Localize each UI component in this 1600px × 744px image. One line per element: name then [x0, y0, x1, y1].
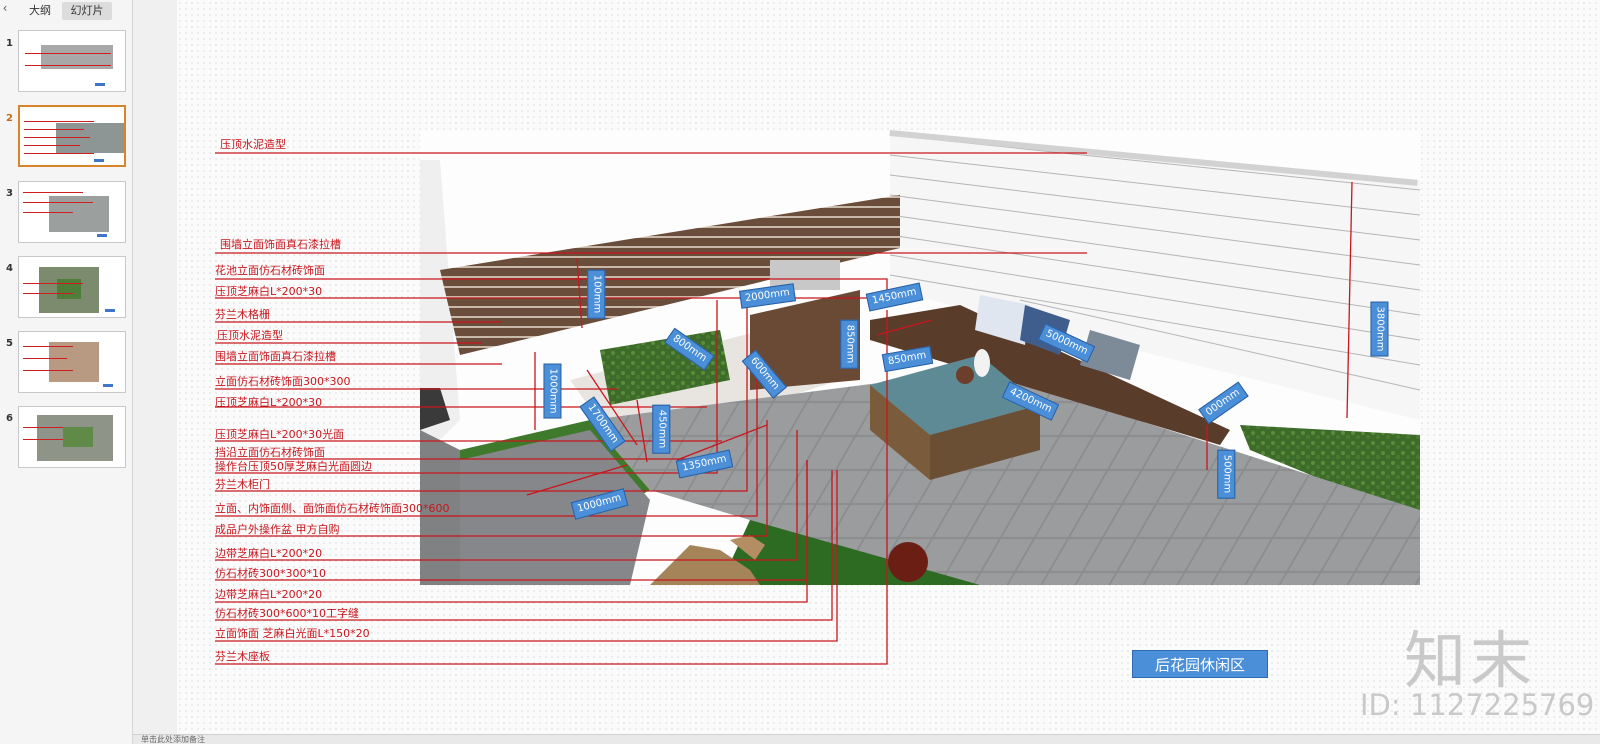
dimension-label: 1000mm: [543, 363, 562, 419]
slide-number: 3: [6, 188, 13, 199]
callout-label: 压顶芝麻白L*200*30: [215, 396, 323, 409]
callout-label: 花池立面仿石材砖饰面: [215, 264, 325, 277]
slide-canvas: 压顶水泥造型 围墙立面饰面真石漆拉槽 花池立面仿石材砖饰面 压顶芝麻白L*200…: [177, 0, 1600, 734]
callout-label: 压顶芝麻白L*200*30光面: [215, 428, 345, 441]
area-title-box: 后花园休闲区: [1132, 650, 1268, 678]
callout-label: 操作台压顶50厚芝麻白光面圆边: [215, 460, 372, 473]
slide-thumbnail-2[interactable]: [18, 105, 126, 167]
slide-number: 2: [6, 113, 13, 124]
callout-label: 压顶水泥造型: [217, 329, 283, 342]
callout-label: 仿石材砖300*600*10工字缝: [215, 607, 359, 620]
callout-label: 芬兰木座板: [215, 650, 270, 663]
callout-label: 挡沿立面仿石材砖饰面: [215, 446, 325, 459]
notes-bar[interactable]: 单击此处添加备注: [133, 734, 1600, 744]
slide-thumbnail-1[interactable]: [18, 30, 126, 92]
tab-slides[interactable]: 幻灯片: [62, 2, 112, 20]
dimension-label: 3800mm: [1370, 301, 1389, 357]
callout-label: 边带芝麻白L*200*20: [215, 547, 323, 560]
collapse-panel-icon[interactable]: ‹: [0, 1, 10, 15]
callout-label: 围墙立面饰面真石漆拉槽: [215, 350, 336, 363]
callout-label: 成品户外操作盆 甲方自购: [215, 523, 340, 536]
callout-label: 芬兰木柜门: [215, 478, 270, 491]
slide-thumbnail-4[interactable]: [18, 256, 126, 318]
callout-label: 压顶芝麻白L*200*30: [215, 285, 323, 298]
callout-label: 围墙立面饰面真石漆拉槽: [220, 238, 341, 251]
slide-number: 6: [6, 413, 13, 424]
dimension-label: 450mm: [652, 404, 671, 454]
callout-label: 立面仿石材砖饰面300*300: [215, 375, 351, 388]
slide-number: 1: [6, 38, 13, 49]
callout-label: 压顶水泥造型: [220, 138, 286, 151]
watermark-logo: 知末: [1404, 624, 1537, 697]
slide-thumbnail-3[interactable]: [18, 181, 126, 243]
tab-outline[interactable]: 大纲: [22, 2, 58, 20]
watermark-id: ID: 1127225769: [1360, 688, 1595, 722]
callout-label: 仿石材砖300*300*10: [215, 567, 326, 580]
slide-thumbnail-6[interactable]: [18, 406, 126, 468]
dimension-label: 850mm: [840, 319, 859, 369]
slide-panel: ‹ 大纲 幻灯片 1 2 3 4 5 6: [0, 0, 133, 744]
dimension-label: 100mm: [587, 269, 606, 319]
panel-tabbar: ‹ 大纲 幻灯片: [0, 0, 133, 22]
callout-label: 立面、内饰面侧、面饰面仿石材砖饰面300*600: [215, 502, 450, 515]
slide-number: 5: [6, 338, 13, 349]
callout-label: 边带芝麻白L*200*20: [215, 588, 323, 601]
slide-thumbnail-5[interactable]: [18, 331, 126, 393]
callout-label: 立面饰面 芝麻白光面L*150*20: [215, 627, 370, 640]
callout-label: 芬兰木格栅: [215, 308, 270, 321]
dimension-label: 500mm: [1217, 449, 1236, 499]
slide-number: 4: [6, 263, 13, 274]
